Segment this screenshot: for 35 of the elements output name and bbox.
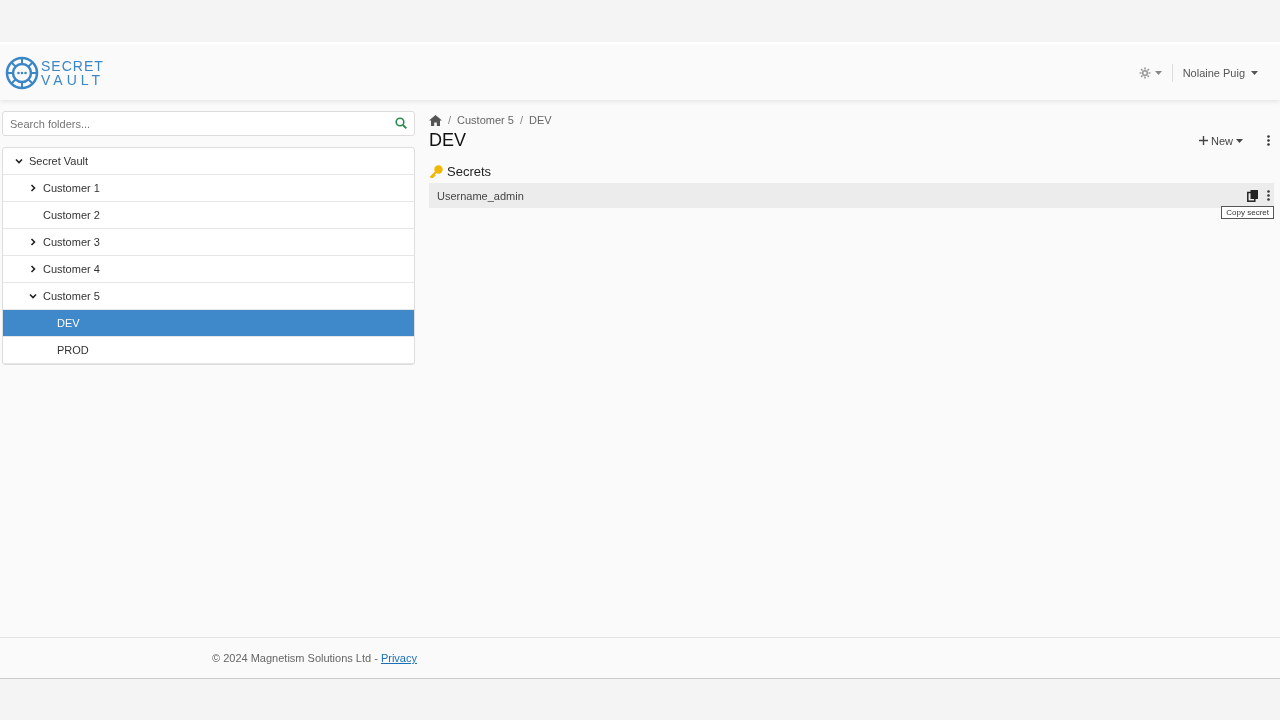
- breadcrumb-separator: /: [448, 114, 452, 126]
- tree-item[interactable]: DEV: [3, 310, 414, 337]
- copyright-text: © 2024 Magnetism Solutions Ltd -: [212, 652, 378, 664]
- search-icon: [395, 117, 407, 129]
- vault-logo-icon: [5, 55, 39, 90]
- tree-item[interactable]: Customer 2: [3, 202, 414, 229]
- secret-name: Username_admin: [436, 189, 525, 202]
- breadcrumb-separator: /: [519, 114, 523, 126]
- caret-icon: [1154, 70, 1162, 75]
- tree-item[interactable]: PROD: [3, 337, 414, 364]
- caret-icon: [1236, 138, 1243, 143]
- plus-icon: [1199, 136, 1208, 145]
- privacy-link[interactable]: Privacy: [380, 652, 417, 664]
- tree-item[interactable]: Customer 3: [3, 229, 414, 256]
- home-icon[interactable]: [429, 114, 442, 126]
- user-menu[interactable]: Nolaine Puig: [1172, 65, 1264, 80]
- page-title: DEV: [429, 130, 467, 151]
- caret-icon: [1251, 70, 1258, 75]
- key-icon: [429, 165, 443, 178]
- tree-item[interactable]: Secret Vault: [3, 148, 414, 175]
- tree-item[interactable]: Customer 4: [3, 256, 414, 283]
- more-icon: [1267, 190, 1270, 201]
- tree-item[interactable]: Customer 1: [3, 175, 414, 202]
- new-button[interactable]: New: [1193, 133, 1249, 148]
- search-field[interactable]: Search folders...: [2, 111, 415, 136]
- logo-text: VAULT: [41, 72, 105, 87]
- secret-row[interactable]: Username_admin: [429, 183, 1274, 208]
- logo-text: SECRET: [41, 58, 105, 73]
- breadcrumb-item[interactable]: Customer 5: [457, 114, 514, 126]
- more-icon: [1267, 135, 1270, 146]
- tooltip: Copy secret: [1221, 206, 1274, 219]
- copy-icon: [1247, 189, 1258, 202]
- settings-icon: [1138, 66, 1151, 79]
- breadcrumb-item: DEV: [529, 114, 552, 126]
- section-title: Secrets: [447, 164, 492, 179]
